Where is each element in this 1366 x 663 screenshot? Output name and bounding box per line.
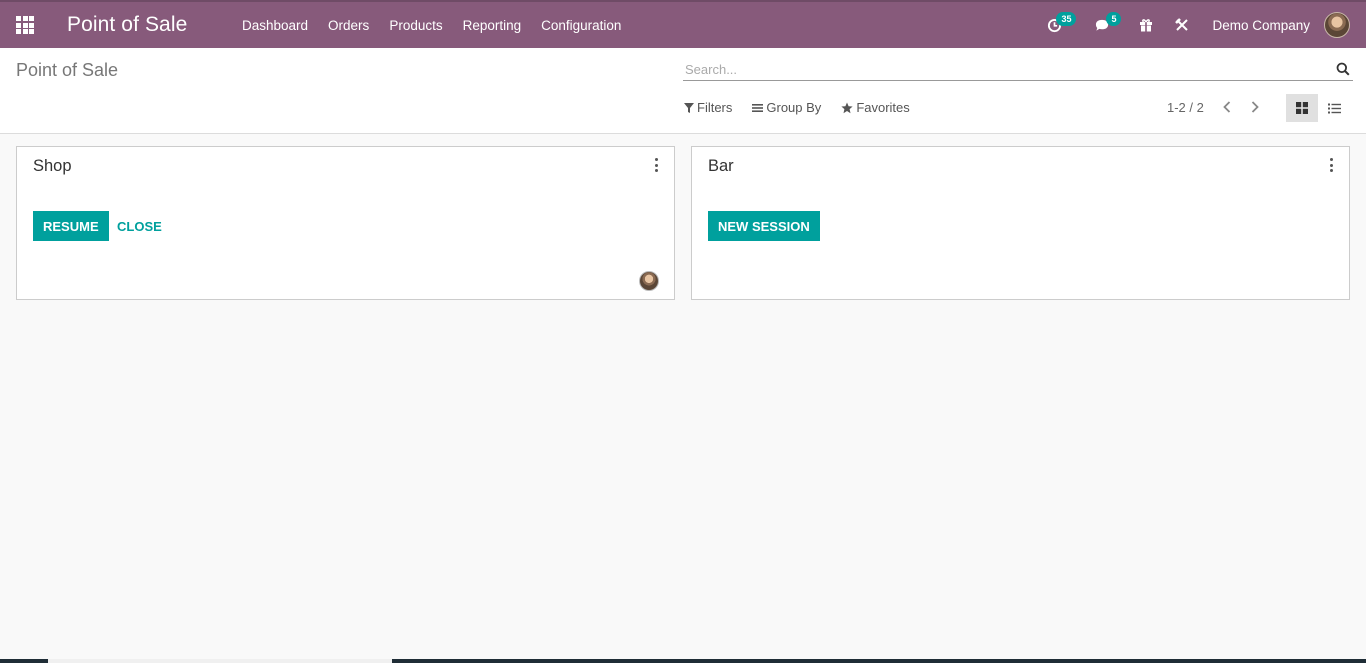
apps-menu-button[interactable] [0, 2, 50, 48]
favorites-button[interactable]: Favorites [841, 100, 910, 115]
menu-item-orders[interactable]: Orders [318, 18, 379, 33]
resume-button[interactable]: RESUME [33, 211, 109, 241]
kebab-dot [654, 158, 658, 161]
kebab-dot [1329, 158, 1333, 161]
messages-button[interactable]: 5 [1083, 2, 1122, 48]
activity-button[interactable]: 35 [1036, 2, 1077, 48]
main-menu: Dashboard Orders Products Reporting Conf… [232, 18, 631, 33]
card-dropdown-toggle[interactable] [650, 158, 662, 172]
search-options: Filters Group By Favorites [684, 100, 930, 115]
pos-card-shop[interactable]: Shop RESUME CLOSE [16, 146, 675, 300]
gift-button[interactable] [1128, 2, 1164, 48]
card-dropdown-toggle[interactable] [1325, 158, 1337, 172]
search-icon[interactable] [1336, 62, 1350, 76]
menu-item-dashboard[interactable]: Dashboard [232, 18, 318, 33]
kebab-dot [654, 163, 658, 167]
menu-item-products[interactable]: Products [379, 18, 452, 33]
close-session-button[interactable]: CLOSE [117, 211, 162, 241]
session-user-avatar [639, 271, 659, 291]
group-by-label: Group By [766, 100, 822, 115]
messages-count-badge: 5 [1106, 12, 1122, 26]
app-title[interactable]: Point of Sale [67, 13, 232, 37]
card-title: Bar [708, 157, 734, 175]
activity-count-badge: 35 [1056, 12, 1077, 26]
systray: 35 5 Demo Company [1036, 2, 1366, 48]
star-icon [841, 102, 853, 113]
search-bar [683, 58, 1353, 81]
pager-value[interactable]: 1-2 / 2 [1167, 100, 1204, 115]
breadcrumb: Point of Sale [16, 60, 119, 80]
pager-next-button[interactable] [1241, 95, 1269, 119]
chevron-left-icon [1223, 101, 1231, 113]
menu-item-configuration[interactable]: Configuration [531, 18, 631, 33]
pos-card-bar[interactable]: Bar NEW SESSION [691, 146, 1350, 300]
debug-icon [1175, 18, 1189, 31]
top-navbar: Point of Sale Dashboard Orders Products … [0, 0, 1366, 48]
card-title: Shop [33, 157, 72, 175]
favorites-label: Favorites [856, 100, 910, 115]
kebab-dot [1329, 169, 1333, 172]
user-avatar[interactable] [1324, 12, 1350, 38]
kebab-dot [1329, 163, 1333, 167]
debug-button[interactable] [1164, 2, 1200, 48]
new-session-button[interactable]: NEW SESSION [708, 211, 820, 241]
apps-grid-icon [16, 16, 34, 34]
filters-button[interactable]: Filters [684, 100, 732, 115]
search-input[interactable] [683, 61, 1323, 77]
gift-icon [1140, 19, 1153, 32]
kanban-view-button[interactable] [1286, 94, 1318, 122]
kebab-dot [654, 169, 658, 172]
filters-label: Filters [697, 100, 733, 115]
list-view-button[interactable] [1318, 94, 1350, 122]
bars-icon [752, 103, 764, 112]
chevron-right-icon [1251, 101, 1259, 113]
kanban-grid-icon [1296, 102, 1308, 114]
list-icon [1327, 103, 1341, 113]
control-panel: Point of Sale Filters Group By [0, 48, 1366, 134]
company-switcher[interactable]: Demo Company [1200, 18, 1324, 33]
taskbar-tab [48, 659, 392, 663]
filter-icon [684, 102, 694, 113]
pager-previous-button[interactable] [1213, 95, 1241, 119]
group-by-button[interactable]: Group By [752, 100, 821, 115]
menu-item-reporting[interactable]: Reporting [453, 18, 532, 33]
